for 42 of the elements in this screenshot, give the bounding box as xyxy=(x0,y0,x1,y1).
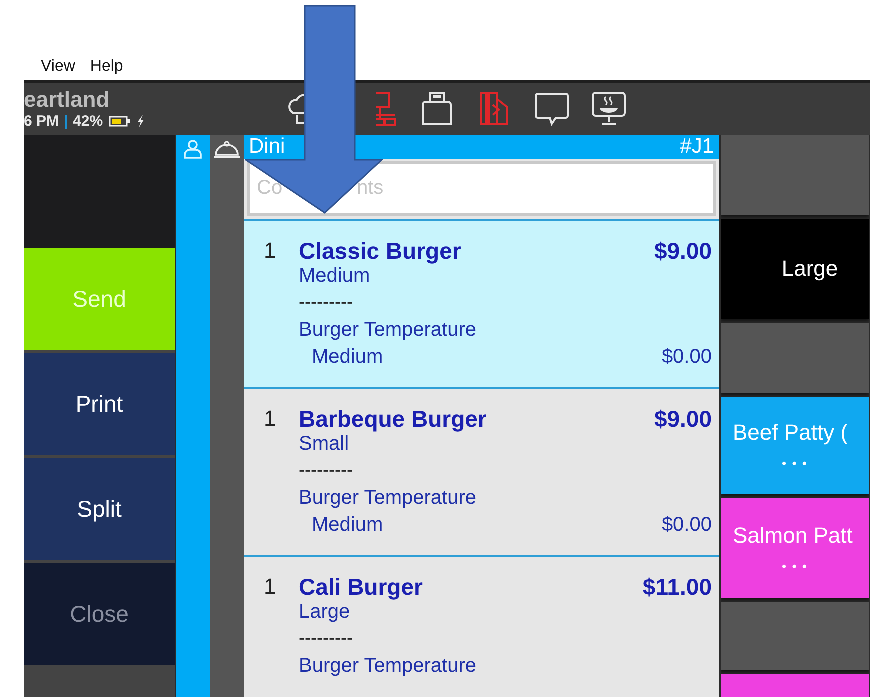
battery-icon xyxy=(109,116,132,127)
placeholder-text: nts xyxy=(357,177,384,200)
action-button[interactable]: Split xyxy=(24,458,175,560)
more-dots: • • • xyxy=(782,456,808,471)
item-tile[interactable]: Large xyxy=(721,219,869,319)
more-dots: • • • xyxy=(782,558,808,574)
chat-bubble-icon[interactable] xyxy=(534,91,570,127)
action-button[interactable]: Print xyxy=(24,353,175,455)
item-size: Large xyxy=(299,601,352,625)
item-quantity: 1 xyxy=(264,238,278,265)
battery-percent: 42% xyxy=(73,114,104,129)
item-size: Medium xyxy=(299,265,372,289)
item-quantity: 1 xyxy=(264,406,278,433)
modifier-name: Medium xyxy=(311,514,384,538)
clock-time: 6 PM xyxy=(24,114,60,129)
divider-text: --------- xyxy=(299,628,354,650)
item-name: Cali Burger xyxy=(299,574,424,601)
modifier-group: Burger Temperature xyxy=(299,319,654,346)
order-item-row[interactable]: 1 Classic Burger $9.00 Medium --------- Burger Temperature Medium $0.00 xyxy=(244,219,719,387)
charging-icon xyxy=(137,115,146,128)
monitor-dish-icon[interactable] xyxy=(591,91,627,127)
menu-item[interactable]: View xyxy=(41,58,76,76)
modifier-group: Burger Temperature xyxy=(299,487,654,514)
item-price: $9.00 xyxy=(654,406,712,433)
menu-item[interactable]: Help xyxy=(90,58,124,76)
ticket-number: #J1 xyxy=(680,135,714,159)
brand-name: eartland xyxy=(24,89,111,111)
item-size: Small xyxy=(299,433,350,457)
modifier-group: Burger Temperature xyxy=(299,655,643,682)
item-name: Classic Burger xyxy=(299,238,462,265)
item-quantity: 1 xyxy=(264,574,278,601)
item-price: $9.00 xyxy=(654,238,712,265)
item-name: Barbeque Burger xyxy=(299,406,488,433)
cloche-icon[interactable] xyxy=(213,141,241,159)
modifier-price: $0.00 xyxy=(660,346,712,370)
placeholder-text: Co xyxy=(257,177,284,200)
divider-text: --------- xyxy=(299,292,354,314)
modifier-price: $0.00 xyxy=(660,514,712,538)
divider-text: --------- xyxy=(299,460,354,482)
order-type: Dini xyxy=(249,135,286,159)
modifier-name: Medium xyxy=(311,346,384,370)
item-price: $11.00 xyxy=(642,574,712,601)
